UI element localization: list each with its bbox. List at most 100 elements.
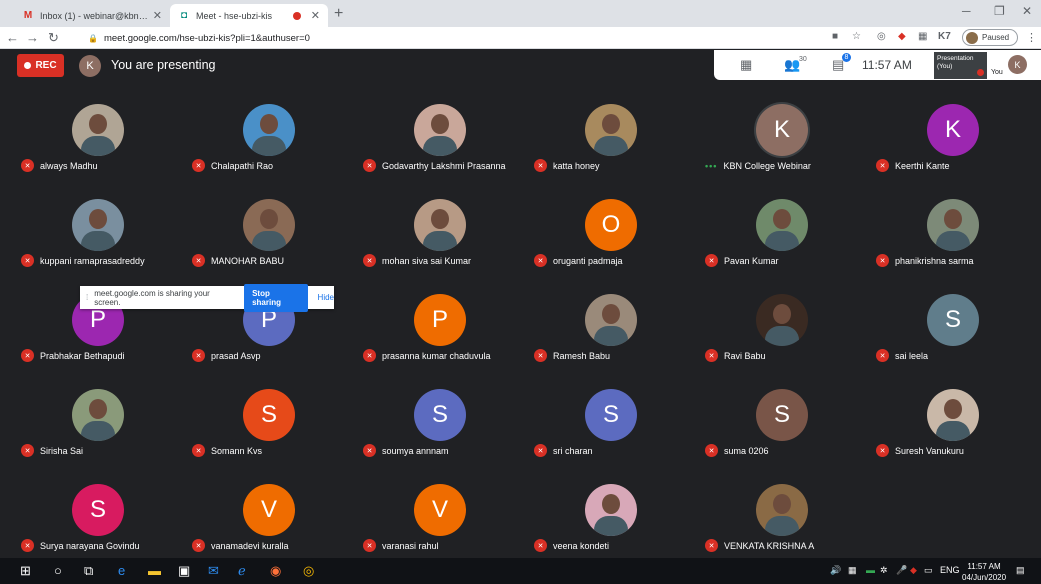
grid-layout-icon[interactable]: ▦ bbox=[740, 57, 752, 73]
mic-muted-icon: ✕ bbox=[363, 159, 376, 172]
edge-icon[interactable]: e bbox=[118, 563, 125, 578]
profile-button[interactable]: Paused bbox=[962, 29, 1018, 46]
network-icon[interactable]: ▦ bbox=[848, 565, 857, 576]
url-field[interactable]: 🔒 meet.google.com/hse-ubzi-kis?pli=1&aut… bbox=[88, 29, 888, 47]
avatar-photo-body bbox=[252, 231, 286, 251]
participant-name: mohan siva sai Kumar bbox=[382, 255, 472, 266]
participant-name: prasad Asvp bbox=[211, 350, 261, 361]
minimize-icon[interactable]: ─ bbox=[962, 4, 971, 18]
avatar-photo-head bbox=[431, 209, 449, 229]
search-icon[interactable]: ○ bbox=[54, 563, 62, 578]
system-clock[interactable]: 11:57 AM 04/Jun/2020 bbox=[962, 561, 1006, 583]
antivirus-icon[interactable]: ◆ bbox=[910, 565, 917, 576]
ie-icon[interactable]: ℯ bbox=[238, 563, 246, 579]
mic-muted-icon: ✕ bbox=[21, 254, 34, 267]
participant-tile[interactable]: ✕ Sirisha Sai bbox=[12, 387, 183, 482]
participant-tile[interactable]: ✕ katta honey bbox=[525, 102, 696, 197]
avatar-photo-head bbox=[260, 209, 278, 229]
participant-tile[interactable]: ✕ mohan siva sai Kumar bbox=[354, 197, 525, 292]
participant-name: Pavan Kumar bbox=[724, 255, 779, 266]
participant-tile[interactable]: S ✕ Somann Kvs bbox=[183, 387, 354, 482]
avatar bbox=[72, 199, 124, 251]
chrome-icon[interactable]: ◎ bbox=[303, 563, 314, 579]
participant-tile[interactable]: S ✕ suma 0206 bbox=[696, 387, 867, 482]
more-vert-icon[interactable]: ⋮ bbox=[1026, 31, 1037, 44]
reload-icon[interactable]: ↻ bbox=[48, 30, 59, 46]
people-icon[interactable]: 👥 bbox=[784, 57, 800, 73]
tab-gmail[interactable]: M Inbox (1) - webinar@kbncollege... ✕ bbox=[14, 4, 170, 27]
participant-tile[interactable]: ✕ kuppani ramaprasadreddy bbox=[12, 197, 183, 292]
tab-meet[interactable]: ◘ Meet - hse-ubzi-kis ✕ bbox=[170, 4, 328, 27]
back-arrow-icon[interactable]: ← bbox=[6, 30, 19, 45]
mic-muted-icon: ✕ bbox=[876, 254, 889, 267]
participant-name-row: ✕ oruganti padmaja bbox=[534, 253, 623, 268]
drag-handle-icon[interactable]: ⁞ bbox=[86, 293, 88, 302]
display-icon[interactable]: ▭ bbox=[924, 565, 933, 576]
hide-button[interactable]: Hide bbox=[318, 293, 334, 302]
mic-muted-icon: ✕ bbox=[21, 349, 34, 362]
mail-icon[interactable]: ✉ bbox=[208, 563, 219, 579]
mic-muted-icon: ✕ bbox=[192, 349, 205, 362]
task-view-icon[interactable]: ⧉ bbox=[84, 563, 93, 579]
new-tab-icon[interactable]: + bbox=[334, 5, 343, 23]
participant-tile[interactable]: S ✕ sai leela bbox=[867, 292, 1038, 387]
participant-tile[interactable]: ✕ Chalapathi Rao bbox=[183, 102, 354, 197]
participant-tile[interactable]: ✕ Godavarthy Lakshmi Prasanna bbox=[354, 102, 525, 197]
camera-icon[interactable]: ■ bbox=[832, 31, 838, 42]
record-icon bbox=[24, 62, 32, 69]
restore-icon[interactable]: ❐ bbox=[994, 4, 1005, 18]
participant-tile[interactable]: ✕ Suresh Vanukuru bbox=[867, 387, 1038, 482]
firefox-icon[interactable]: ◉ bbox=[270, 563, 281, 579]
window-close-icon[interactable]: ✕ bbox=[1022, 4, 1032, 18]
avatar-initial: S bbox=[260, 401, 277, 428]
store-icon[interactable]: ▣ bbox=[178, 563, 190, 579]
participant-tile[interactable]: S ✕ soumya annnam bbox=[354, 387, 525, 482]
star-icon[interactable]: ☆ bbox=[852, 31, 861, 42]
participant-tile[interactable]: ✕ Ravi Babu bbox=[696, 292, 867, 387]
participant-tile[interactable]: ✕ MANOHAR BABU bbox=[183, 197, 354, 292]
gmail-icon: M bbox=[23, 10, 33, 21]
notification-icon[interactable]: ▤ bbox=[1016, 565, 1025, 576]
participant-tile[interactable]: P ✕ prasanna kumar chaduvula bbox=[354, 292, 525, 387]
presentation-thumbnail[interactable]: Presentation (You) bbox=[934, 52, 987, 79]
participant-tile[interactable]: K ✕ Keerthi Kante bbox=[867, 102, 1038, 197]
participant-tile[interactable]: K ••• KBN College Webinar bbox=[696, 102, 867, 197]
participant-tile[interactable]: ✕ Ramesh Babu bbox=[525, 292, 696, 387]
windows-start-icon[interactable]: ⊞ bbox=[20, 563, 31, 579]
mic-icon[interactable]: 🎤 bbox=[896, 565, 907, 576]
participant-name-row: ✕ vanamadevi kuralla bbox=[192, 538, 289, 553]
avatar-photo-body bbox=[936, 421, 970, 441]
participant-tile[interactable]: S ✕ sri charan bbox=[525, 387, 696, 482]
tray-app-icon[interactable]: ✲ bbox=[880, 565, 888, 576]
avatar-photo-body bbox=[423, 136, 457, 156]
avatar-initial: K bbox=[773, 116, 790, 143]
volume-icon[interactable]: 🔊 bbox=[830, 565, 841, 576]
participant-name-row: ✕ Somann Kvs bbox=[192, 443, 262, 458]
participant-name-row: ✕ kuppani ramaprasadreddy bbox=[21, 253, 145, 268]
grid-extension-icon[interactable]: ▦ bbox=[918, 31, 927, 42]
mic-muted-icon: ✕ bbox=[192, 159, 205, 172]
mic-muted-icon: ✕ bbox=[876, 159, 889, 172]
participant-name: Godavarthy Lakshmi Prasanna bbox=[382, 160, 506, 171]
tray-app-icon[interactable]: ▬ bbox=[866, 565, 875, 575]
extension-icon[interactable]: K7 bbox=[938, 31, 951, 42]
avatar-photo-head bbox=[431, 114, 449, 134]
participant-tile[interactable]: ✕ Pavan Kumar bbox=[696, 197, 867, 292]
mic-muted-icon: ✕ bbox=[192, 444, 205, 457]
language-indicator[interactable]: ENG bbox=[940, 565, 960, 575]
file-explorer-icon[interactable]: ▬ bbox=[148, 563, 161, 578]
participant-tile[interactable]: ✕ always Madhu bbox=[12, 102, 183, 197]
extension-icon[interactable]: ◎ bbox=[877, 31, 886, 42]
close-icon[interactable]: ✕ bbox=[153, 9, 162, 22]
avatar-photo-body bbox=[81, 421, 115, 441]
close-icon[interactable]: ✕ bbox=[311, 9, 320, 22]
forward-arrow-icon[interactable]: → bbox=[26, 30, 39, 45]
avatar bbox=[243, 199, 295, 251]
self-avatar[interactable]: K bbox=[1008, 55, 1027, 74]
extension-icon[interactable]: ◆ bbox=[898, 31, 906, 42]
participant-name: Chalapathi Rao bbox=[211, 160, 274, 171]
participant-tile[interactable]: ✕ phanikrishna sarma bbox=[867, 197, 1038, 292]
stop-sharing-button[interactable]: Stop sharing bbox=[244, 283, 308, 312]
participant-tile[interactable]: O ✕ oruganti padmaja bbox=[525, 197, 696, 292]
participant-name-row: ✕ sri charan bbox=[534, 443, 593, 458]
